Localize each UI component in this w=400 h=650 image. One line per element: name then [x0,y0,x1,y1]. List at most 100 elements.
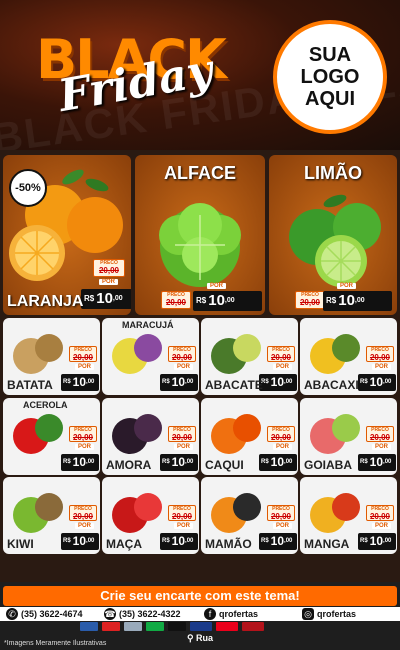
product-card[interactable]: PRECO 20,00 POR R$ 10,00 MAÇA [102,477,199,554]
currency: R$ [162,459,170,465]
logo-placeholder[interactable]: SUA LOGO AQUI [273,20,387,134]
old-price-tag: PRECO 20,00 [267,346,295,362]
price-box: R$ 10,00 [61,454,99,471]
product-name: ABACAXI [304,378,359,392]
old-price-tag: PRECO 20,00 [69,505,97,521]
product-name: KIWI [7,537,34,551]
por-label: POR [174,364,194,370]
product-card[interactable]: PRECO 20,00 POR R$ 10,00 AMORA [102,398,199,475]
cents: ,00 [185,538,194,544]
price-box: R$ 10,00 [259,533,297,550]
product-card[interactable]: PRECO 20,00 POR R$ 10,00 KIWI [3,477,100,554]
por-label: POR [207,283,227,289]
instagram-handle: qrofertas [317,609,357,619]
cents: ,00 [185,379,194,385]
contacts-bar: ✆ (35) 3622-4674 ☎ (35) 3622-4322 f qrof… [0,607,400,621]
featured-card-laranja[interactable]: -50% PRECO 20,00 POR R$ 10,00 LARANJA [3,155,131,315]
old-price: 20,00 [72,433,94,442]
instagram-contact[interactable]: ◎ qrofertas [302,607,356,621]
product-card[interactable]: PRECO 20,00 POR R$ 10,00 CAQUI [201,398,298,475]
disclaimer: *Imagens Meramente Ilustrativas [4,640,107,647]
currency: R$ [162,538,170,544]
old-price: 20,00 [171,433,193,442]
cents: ,00 [383,459,392,465]
old-price: 20,00 [299,298,321,307]
featured-card-limao[interactable]: LIMÃO PRECO 20,00 POR R$ 10,00 [269,155,397,315]
header-banner: BLACK FRIDAY BLACK BLACK Friday SUA LOGO… [0,0,400,150]
price-box: R$ 10,00 [160,374,198,391]
visa-icon [190,622,212,631]
price-box: R$ 10,00 [358,533,396,550]
product-card[interactable]: PRECO 20,00 POR R$ 10,00 ABACATE [201,318,298,395]
price: 10 [270,534,285,548]
old-price: 20,00 [369,512,391,521]
product-card[interactable]: MARACUJÁ PRECO 20,00 POR R$ 10,00 [102,318,199,395]
product-card[interactable]: PRECO 20,00 POR R$ 10,00 MANGA [300,477,397,554]
por-label: POR [273,364,293,370]
logo-line: LOGO [300,66,360,88]
old-price-tag: PRECO 20,00 [161,291,191,309]
phone-contact-2[interactable]: ☎ (35) 3622-4322 [104,607,181,621]
cents: ,00 [86,379,95,385]
old-price: 20,00 [270,433,292,442]
por-label: POR [273,444,293,450]
product-card[interactable]: ACEROLA PRECO 20,00 POR R$ 10,00 [3,398,100,475]
price: 10 [270,375,285,389]
currency: R$ [162,379,170,385]
product-card[interactable]: PRECO 20,00 POR R$ 10,00 GOIABA [300,398,397,475]
product-card[interactable]: PRECO 20,00 POR R$ 10,00 BATATA [3,318,100,395]
price-box: R$ 10,00 [61,374,99,391]
hipercard-icon [242,622,264,631]
old-price-tag: PRECO 20,00 [295,291,325,309]
mastercard-icon [216,622,238,631]
price-box: R$ 10,00 [160,533,198,550]
old-price-tag: PRECO 20,00 [366,346,394,362]
price-box: R$ 10,00 [358,374,396,391]
por-label: POR [99,279,119,285]
cents: ,00 [383,538,392,544]
old-price: 20,00 [72,353,94,362]
price-box: R$ 10,00 [160,454,198,471]
currency: R$ [84,294,95,303]
whatsapp-icon: ✆ [6,608,18,620]
facebook-handle: qrofertas [219,609,259,619]
old-price: 20,00 [369,433,391,442]
card-icon [124,622,142,631]
cents: ,00 [185,459,194,465]
por-label: POR [174,523,194,529]
old-price-tag: PRECO 20,00 [366,426,394,442]
currency: R$ [261,538,269,544]
card-icon [146,622,164,631]
card-icon [80,622,98,631]
currency: R$ [63,459,71,465]
price: 10 [208,292,225,309]
old-price: 20,00 [270,512,292,521]
product-name: MANGA [304,537,350,551]
currency: R$ [326,296,337,305]
product-name: ABACATE [205,378,263,392]
price: 10 [270,455,285,469]
phone-contact-1[interactable]: ✆ (35) 3622-4674 [6,607,83,621]
product-card[interactable]: PRECO 20,00 POR R$ 10,00 MAMÃO [201,477,298,554]
cents: ,00 [284,538,293,544]
cents: ,00 [224,297,235,304]
cents: ,00 [354,297,365,304]
cents: ,00 [86,459,95,465]
cta-banner[interactable]: Crie seu encarte com este tema! [3,586,397,606]
payment-methods [80,622,320,632]
old-price-tag: PRECO 20,00 [168,505,196,521]
currency: R$ [63,538,71,544]
currency: R$ [196,296,207,305]
product-card[interactable]: PRECO 20,00 POR R$ 10,00 ABACAXI [300,318,397,395]
old-price: 20,00 [171,353,193,362]
facebook-contact[interactable]: f qrofertas [204,607,258,621]
currency: R$ [360,379,368,385]
featured-card-alface[interactable]: ALFACE PRECO 20,00 POR R$ 10,00 [135,155,265,315]
old-price-tag: PRECO 20,00 [267,505,295,521]
old-price: 20,00 [72,512,94,521]
price: 10 [369,534,384,548]
por-label: POR [372,364,392,370]
product-name: CAQUI [205,458,244,472]
product-name: MAMÃO [205,537,252,551]
product-name: AMORA [106,458,152,472]
